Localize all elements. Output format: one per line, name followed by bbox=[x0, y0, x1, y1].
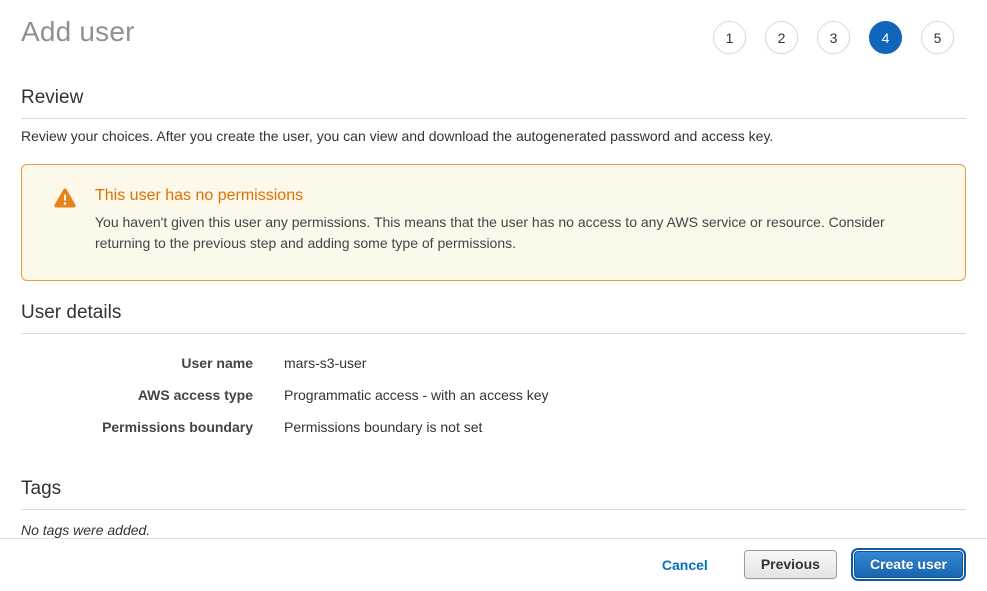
warning-title: This user has no permissions bbox=[95, 187, 935, 205]
tags-section: Tags No tags were added. bbox=[0, 478, 987, 538]
tags-heading: Tags bbox=[21, 478, 966, 500]
warning-triangle-icon bbox=[54, 188, 76, 213]
review-description: Review your choices. After you create th… bbox=[21, 128, 966, 144]
user-details-heading: User details bbox=[21, 302, 966, 324]
page-title: Add user bbox=[21, 16, 135, 48]
tags-empty-message: No tags were added. bbox=[21, 522, 966, 538]
user-name-label: User name bbox=[21, 355, 253, 371]
permissions-boundary-label: Permissions boundary bbox=[21, 419, 253, 435]
detail-row-permissions-boundary: Permissions boundary Permissions boundar… bbox=[21, 411, 966, 443]
step-4-active: 4 bbox=[869, 21, 902, 54]
review-divider bbox=[21, 118, 966, 119]
step-indicator: 1 2 3 4 5 bbox=[713, 21, 954, 54]
review-section: Review Review your choices. After you cr… bbox=[0, 87, 987, 144]
user-name-value: mars-s3-user bbox=[284, 355, 366, 371]
no-permissions-warning: This user has no permissions You haven't… bbox=[21, 164, 966, 281]
user-details-section: User details User name mars-s3-user AWS … bbox=[0, 302, 987, 443]
create-user-button-focus-ring[interactable]: Create user bbox=[851, 548, 966, 581]
previous-button[interactable]: Previous bbox=[744, 550, 837, 579]
detail-row-access-type: AWS access type Programmatic access - wi… bbox=[21, 379, 966, 411]
warning-body: You haven't given this user any permissi… bbox=[95, 212, 935, 254]
access-type-label: AWS access type bbox=[21, 387, 253, 403]
wizard-header: Add user 1 2 3 4 5 bbox=[0, 0, 987, 54]
add-user-wizard-page: Add user 1 2 3 4 5 Review Review your ch… bbox=[0, 0, 987, 581]
step-1: 1 bbox=[713, 21, 746, 54]
step-3: 3 bbox=[817, 21, 850, 54]
create-user-button[interactable]: Create user bbox=[854, 551, 963, 578]
step-2: 2 bbox=[765, 21, 798, 54]
warning-text: This user has no permissions You haven't… bbox=[95, 187, 935, 254]
cancel-button[interactable]: Cancel bbox=[662, 557, 708, 573]
user-details-rows: User name mars-s3-user AWS access type P… bbox=[21, 347, 966, 443]
user-details-divider bbox=[21, 333, 966, 334]
step-5: 5 bbox=[921, 21, 954, 54]
access-type-value: Programmatic access - with an access key bbox=[284, 387, 549, 403]
wizard-footer: Cancel Previous Create user bbox=[0, 538, 987, 591]
tags-divider bbox=[21, 509, 966, 510]
review-heading: Review bbox=[21, 87, 966, 109]
permissions-boundary-value: Permissions boundary is not set bbox=[284, 419, 482, 435]
detail-row-user-name: User name mars-s3-user bbox=[21, 347, 966, 379]
